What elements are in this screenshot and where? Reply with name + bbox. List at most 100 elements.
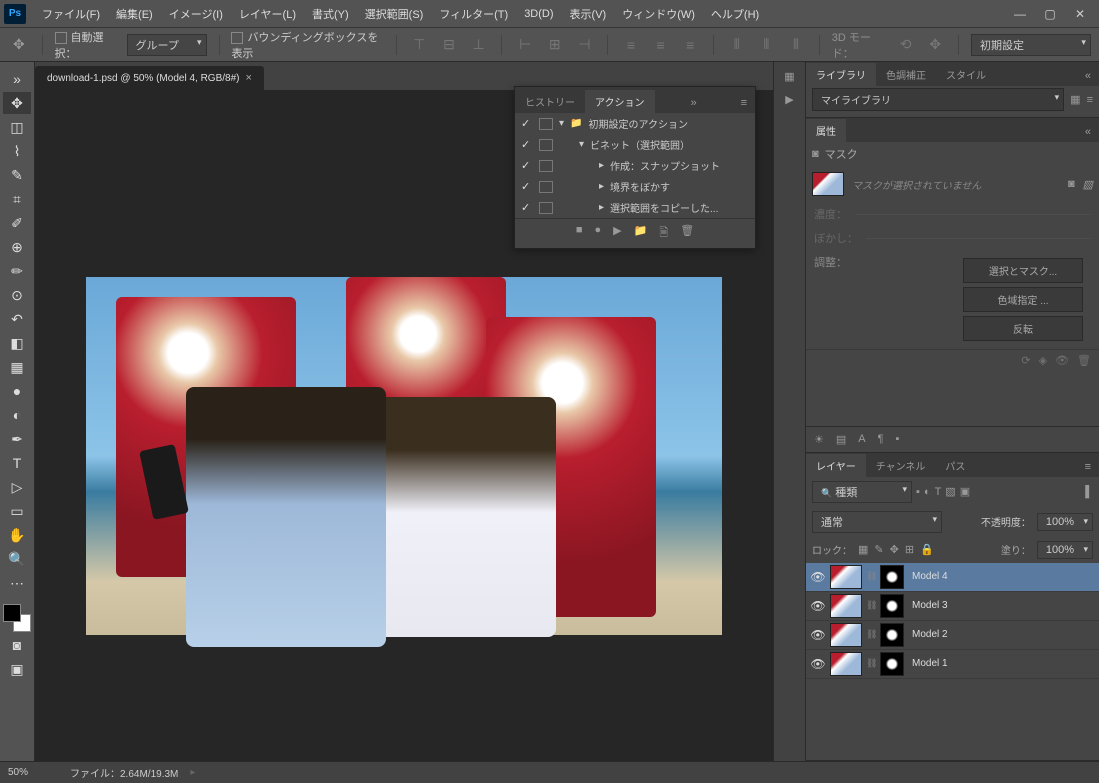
align-left-icon[interactable]: ⊢: [514, 33, 536, 57]
action-dialog-icon[interactable]: [539, 139, 553, 151]
record-icon[interactable]: ●: [595, 224, 602, 243]
eyedropper-tool[interactable]: ✐: [3, 212, 31, 234]
lock-all-icon[interactable]: 🔒: [920, 543, 934, 556]
document-info[interactable]: ファイル：2.64M/19.3M: [70, 765, 178, 780]
zoom-tool[interactable]: 🔍: [3, 548, 31, 570]
apply-mask-icon[interactable]: ◈: [1039, 354, 1047, 367]
mask-link-icon[interactable]: ⛓: [866, 629, 876, 640]
close-button[interactable]: ✕: [1065, 4, 1095, 24]
zoom-level[interactable]: 50%: [8, 767, 58, 778]
delete-mask-icon[interactable]: 🗑: [1077, 354, 1091, 367]
color-swatches[interactable]: [3, 604, 31, 632]
panel-menu-icon[interactable]: ≡: [733, 93, 755, 113]
adjustment-icon[interactable]: ▤: [836, 433, 846, 446]
action-dialog-icon[interactable]: [539, 202, 553, 214]
layer-thumbnail[interactable]: [830, 565, 862, 589]
filter-shape-icon[interactable]: ▧: [945, 485, 955, 498]
layer-name[interactable]: Model 2: [908, 629, 1095, 640]
opacity-input[interactable]: 100%: [1037, 513, 1093, 531]
tab-channels[interactable]: チャンネル: [866, 454, 936, 477]
vector-mask-icon[interactable]: ▧: [1083, 178, 1093, 191]
density-slider[interactable]: [855, 214, 1091, 215]
lock-position-icon[interactable]: ✥: [890, 543, 899, 556]
mask-link-icon[interactable]: ⛓: [866, 658, 876, 669]
filter-smart-icon[interactable]: ▣: [960, 485, 970, 498]
layer-mask-thumbnail[interactable]: [880, 652, 904, 676]
action-check-icon[interactable]: ✓: [521, 159, 533, 172]
clone-stamp-tool[interactable]: ⊙: [3, 284, 31, 306]
menu-select[interactable]: 選択範囲(S): [357, 2, 432, 26]
action-dialog-icon[interactable]: [539, 118, 553, 130]
tab-actions[interactable]: アクション: [585, 90, 655, 113]
play-icon[interactable]: ▶: [613, 224, 621, 243]
move-tool-icon[interactable]: ✥: [8, 33, 30, 57]
action-row[interactable]: ✓ ▾ ビネット（選択範囲）: [515, 134, 755, 155]
action-check-icon[interactable]: ✓: [521, 117, 533, 130]
color-range-button[interactable]: 色域指定 ...: [963, 287, 1083, 312]
character-panel-icon[interactable]: A: [858, 433, 865, 446]
brush-tool[interactable]: ✏: [3, 260, 31, 282]
collapse-panel-icon[interactable]: «: [1077, 122, 1099, 142]
stop-icon[interactable]: ■: [576, 224, 583, 243]
layer-row[interactable]: 👁 ⛓ Model 2: [806, 621, 1099, 650]
expand-tools-icon[interactable]: »: [3, 68, 31, 90]
align-bottom-icon[interactable]: ⊥: [468, 33, 490, 57]
eraser-tool[interactable]: ◧: [3, 332, 31, 354]
distribute-hcenter-icon[interactable]: ⦀: [756, 33, 778, 57]
layer-row[interactable]: 👁 ⛓ Model 1: [806, 650, 1099, 679]
action-row[interactable]: ✓ ▸ 境界をぼかす: [515, 176, 755, 197]
healing-tool[interactable]: ⊕: [3, 236, 31, 258]
new-action-icon[interactable]: 🗎: [659, 224, 668, 243]
distribute-right-icon[interactable]: ⦀: [785, 33, 807, 57]
visibility-toggle-icon[interactable]: 👁: [810, 628, 826, 642]
3d-orbit-icon[interactable]: ⟲: [895, 33, 917, 57]
foreground-color-swatch[interactable]: [3, 604, 21, 622]
menu-edit[interactable]: 編集(E): [108, 2, 161, 26]
menu-layer[interactable]: レイヤー(L): [231, 2, 304, 26]
tab-properties[interactable]: 属性: [806, 119, 846, 142]
action-row[interactable]: ✓ ▸ 選択範囲をコピーした...: [515, 197, 755, 218]
lock-pixels-icon[interactable]: ✎: [874, 543, 883, 556]
swatches-panel-icon[interactable]: ▦: [784, 70, 794, 83]
lock-transparency-icon[interactable]: ▦: [858, 543, 868, 556]
chevron-right-icon[interactable]: ▸: [599, 202, 604, 213]
marquee-tool[interactable]: ◫: [3, 116, 31, 138]
menu-window[interactable]: ウィンドウ(W): [614, 2, 703, 26]
path-select-tool[interactable]: ▷: [3, 476, 31, 498]
pixel-mask-icon[interactable]: ◙: [1068, 178, 1075, 190]
expand-panel-icon[interactable]: »: [682, 93, 704, 113]
action-dialog-icon[interactable]: [539, 181, 553, 193]
maximize-button[interactable]: ▢: [1035, 4, 1065, 24]
swatch-icon[interactable]: ▪: [896, 433, 900, 446]
invert-button[interactable]: 反転: [963, 316, 1083, 341]
action-check-icon[interactable]: ✓: [521, 180, 533, 193]
fill-input[interactable]: 100%: [1037, 541, 1093, 559]
tab-styles[interactable]: スタイル: [936, 63, 996, 86]
disable-mask-icon[interactable]: 👁: [1055, 354, 1069, 367]
action-row[interactable]: ✓ ▾ 📁 初期設定のアクション: [515, 113, 755, 134]
distribute-left-icon[interactable]: ⦀: [726, 33, 748, 57]
bounding-box-checkbox[interactable]: バウンディングボックスを表示: [231, 29, 383, 61]
adjustment-icon[interactable]: ☀: [814, 433, 824, 446]
layer-mask-thumbnail[interactable]: [880, 623, 904, 647]
distribute-top-icon[interactable]: ≡: [620, 33, 642, 57]
tab-library[interactable]: ライブラリ: [806, 63, 876, 86]
feather-slider[interactable]: [866, 238, 1091, 239]
filter-toggle-icon[interactable]: ▌: [1085, 486, 1093, 498]
grid-view-icon[interactable]: ▦: [1070, 93, 1080, 106]
move-tool[interactable]: ✥: [3, 92, 31, 114]
visibility-toggle-icon[interactable]: 👁: [810, 570, 826, 584]
tab-paths[interactable]: パス: [935, 454, 975, 477]
collapse-panel-icon[interactable]: «: [1077, 66, 1099, 86]
workspace-preset-dropdown[interactable]: 初期設定: [971, 34, 1091, 56]
align-hcenter-icon[interactable]: ⊞: [544, 33, 566, 57]
select-and-mask-button[interactable]: 選択とマスク...: [963, 258, 1083, 283]
align-right-icon[interactable]: ⊣: [574, 33, 596, 57]
auto-select-dropdown[interactable]: グループ: [127, 34, 207, 56]
distribute-vcenter-icon[interactable]: ≡: [650, 33, 672, 57]
action-check-icon[interactable]: ✓: [521, 201, 533, 214]
chevron-down-icon[interactable]: ▾: [559, 118, 564, 129]
menu-type[interactable]: 書式(Y): [304, 2, 357, 26]
filter-adjust-icon[interactable]: ◐: [924, 486, 931, 498]
layer-thumbnail[interactable]: [830, 652, 862, 676]
